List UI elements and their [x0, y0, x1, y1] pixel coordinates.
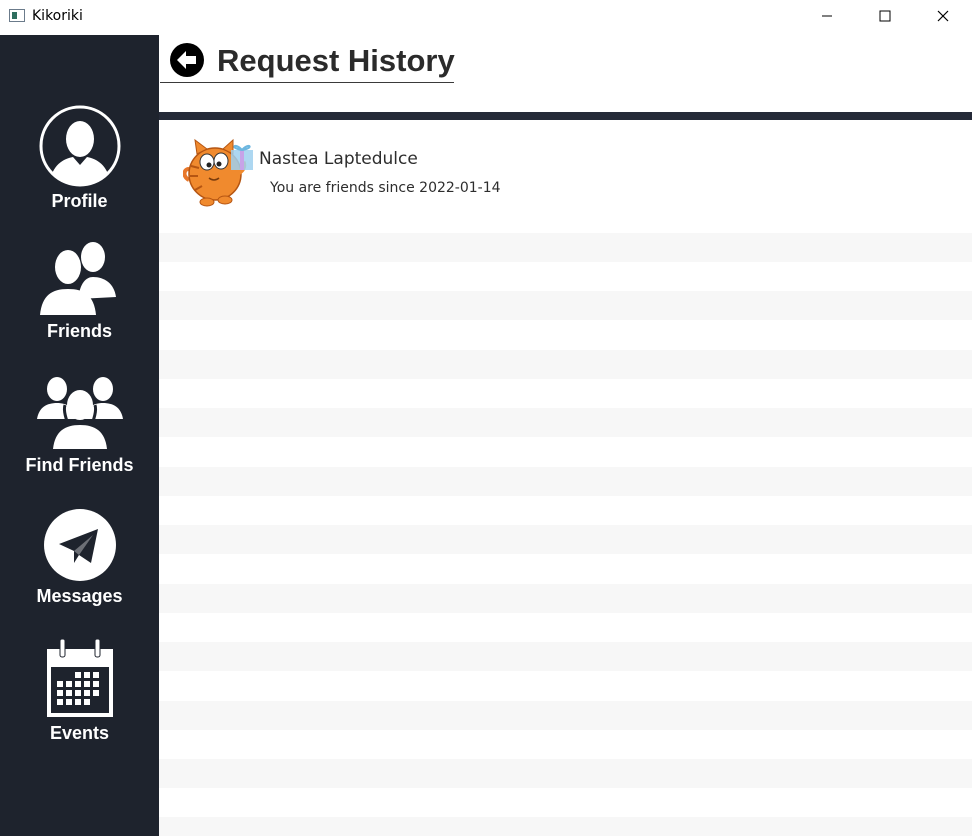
cat-avatar-icon [183, 138, 253, 207]
request-list[interactable]: Nastea Laptedulce You are friends since … [159, 120, 972, 836]
app-icon [9, 9, 25, 22]
close-button[interactable] [914, 0, 972, 32]
find-friends-icon [36, 377, 123, 449]
list-stripe [159, 525, 972, 554]
list-stripe [159, 233, 972, 262]
list-item[interactable]: Nastea Laptedulce You are friends since … [159, 120, 972, 233]
maximize-button[interactable] [856, 0, 914, 32]
sidebar-item-label: Events [49, 723, 110, 743]
window-titlebar: Kikoriki [0, 0, 972, 35]
list-stripe [159, 584, 972, 613]
calendar-icon [46, 638, 113, 717]
sidebar-item-find-friends[interactable]: Find Friends [0, 375, 159, 476]
title-underline [160, 82, 454, 83]
page-header: Request History [159, 35, 972, 112]
minimize-icon [822, 15, 832, 17]
sidebar: Profile Friends Find Friends Messages Ev… [0, 35, 159, 836]
maximize-icon [879, 10, 891, 22]
page-title: Request History [217, 43, 455, 78]
list-stripe [159, 642, 972, 671]
sidebar-item-messages[interactable]: Messages [0, 508, 159, 607]
messages-icon [43, 509, 116, 581]
list-stripe [159, 350, 972, 379]
list-stripe [159, 467, 972, 496]
sidebar-item-label: Find Friends [25, 455, 134, 475]
close-icon [937, 10, 949, 22]
friend-status: You are friends since 2022-01-14 [270, 180, 501, 196]
sidebar-item-friends[interactable]: Friends [0, 237, 159, 342]
list-stripe [159, 408, 972, 437]
list-stripe [159, 759, 972, 788]
back-arrow-icon [170, 43, 204, 77]
list-stripe [159, 701, 972, 730]
friend-name: Nastea Laptedulce [259, 149, 418, 169]
sidebar-item-label: Profile [51, 191, 108, 211]
minimize-button[interactable] [798, 0, 856, 32]
header-divider [159, 112, 972, 120]
window-title: Kikoriki [32, 8, 83, 24]
back-button[interactable] [169, 43, 207, 79]
sidebar-item-label: Messages [36, 586, 123, 606]
friends-icon [39, 242, 116, 315]
sidebar-item-profile[interactable]: Profile [0, 105, 159, 212]
profile-icon [39, 105, 120, 187]
list-stripe [159, 817, 972, 836]
sidebar-item-events[interactable]: Events [0, 637, 159, 744]
sidebar-item-label: Friends [46, 321, 112, 341]
list-stripe [159, 291, 972, 320]
